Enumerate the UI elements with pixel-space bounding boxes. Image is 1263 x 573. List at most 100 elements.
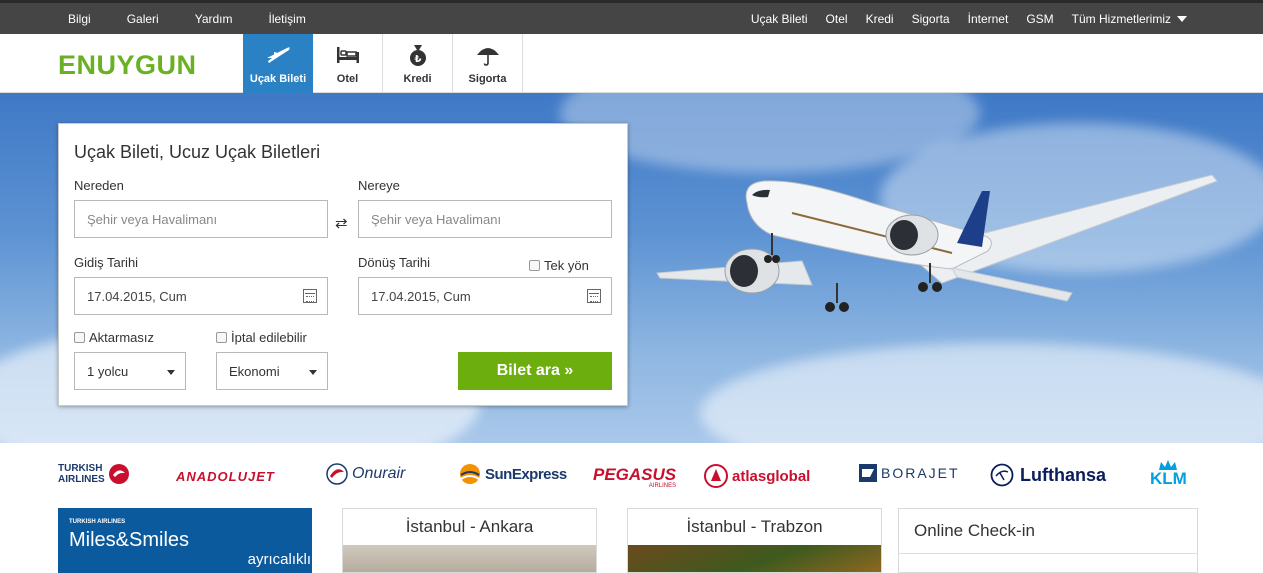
sunexpress-icon <box>460 464 480 484</box>
airline-logo-borajet[interactable]: BORAJET <box>858 463 960 483</box>
divider <box>899 553 1197 554</box>
link-kredi[interactable]: Kredi <box>866 12 894 26</box>
chevron-down-icon <box>167 370 175 375</box>
cabin-select[interactable]: Ekonomi <box>216 352 328 390</box>
all-services-menu[interactable]: Tüm Hizmetlerimiz <box>1072 12 1187 26</box>
passenger-select[interactable]: 1 yolcu <box>74 352 186 390</box>
return-date-input[interactable]: 17.04.2015, Cum <box>358 277 612 315</box>
from-input[interactable]: Şehir veya Havalimanı <box>74 200 328 238</box>
airplane-image <box>656 174 1218 312</box>
cloud <box>700 343 1263 443</box>
search-title: Uçak Bileti, Ucuz Uçak Biletleri <box>74 142 321 162</box>
search-button[interactable]: Bilet ara » <box>458 352 612 390</box>
online-checkin-box: Online Check-in <box>898 508 1198 573</box>
route-image <box>628 545 881 572</box>
tab-label: Sigorta <box>468 73 507 85</box>
route-title: İstanbul - Trabzon <box>686 517 823 536</box>
checkbox-box[interactable] <box>74 332 85 343</box>
route-card-istanbul-trabzon[interactable]: İstanbul - Trabzon <box>627 508 882 573</box>
airline-logo-sunexpress[interactable]: SunExpress <box>458 463 567 485</box>
airline-logo-klm[interactable]: KLM <box>1150 459 1187 487</box>
thy-bird-icon <box>108 464 129 484</box>
from-label: Nereden <box>74 178 124 193</box>
airline-line1: TURKISH <box>58 463 103 474</box>
top-left-links: Bilgi Galeri Yardım İletişim <box>68 12 342 26</box>
return-label: Dönüş Tarihi <box>358 255 431 270</box>
chevron-down-icon <box>1177 16 1187 22</box>
link-sigorta[interactable]: Sigorta <box>912 12 950 26</box>
lufthansa-crane-icon <box>990 463 1014 487</box>
chevron-down-icon <box>309 370 317 375</box>
tab-sigorta[interactable]: Sigorta <box>453 34 523 93</box>
top-utility-bar: Bilgi Galeri Yardım İletişim Uçak Bileti… <box>0 0 1263 34</box>
tab-label: Otel <box>336 73 359 85</box>
checkbox-box[interactable] <box>529 260 540 271</box>
airline-name: Onurair <box>352 465 406 482</box>
miles-smiles-banner[interactable]: TURKISH AIRLINES Miles&Smiles ayrıcalıkl… <box>58 508 312 573</box>
calendar-icon[interactable] <box>587 289 601 303</box>
airline-name: TURKISH AIRLINES <box>58 463 105 485</box>
link-yardim[interactable]: Yardım <box>195 12 233 26</box>
umbrella-icon <box>476 48 499 66</box>
miles-small-label: TURKISH AIRLINES <box>69 519 126 525</box>
miles-title: Miles&Smiles <box>69 529 190 551</box>
plane-icon <box>267 47 290 63</box>
link-otel[interactable]: Otel <box>826 12 848 26</box>
airline-logo-thy[interactable]: TURKISH AIRLINES <box>58 463 131 485</box>
depart-label: Gidiş Tarihi <box>74 255 139 270</box>
link-gsm[interactable]: GSM <box>1026 12 1053 26</box>
airline-logo-anadolujet[interactable]: ANADOLUJET <box>176 469 275 484</box>
all-services-label: Tüm Hizmetlerimiz <box>1071 12 1171 26</box>
depart-date-value: 17.04.2015, Cum <box>87 288 187 304</box>
passenger-value: 1 yolcu <box>87 363 129 379</box>
swap-icon[interactable]: ⇄ <box>335 214 348 232</box>
depart-date-input[interactable]: 17.04.2015, Cum <box>74 277 328 315</box>
product-tabs: Uçak Bileti Otel ₺ Kredi Sigorta <box>243 34 523 93</box>
checkbox-box[interactable] <box>216 332 227 343</box>
refundable-label: İptal edilebilir <box>231 330 307 345</box>
bed-icon <box>336 47 359 63</box>
calendar-icon[interactable] <box>303 289 317 303</box>
onurair-icon <box>326 463 348 485</box>
flight-search-form: Uçak Bileti, Ucuz Uçak Biletleri Nereden… <box>58 123 628 406</box>
checkin-title: Online Check-in <box>914 521 1035 540</box>
link-bilgi[interactable]: Bilgi <box>68 12 91 26</box>
to-label: Nereye <box>358 178 400 193</box>
link-galeri[interactable]: Galeri <box>127 12 159 26</box>
link-ucak-bileti[interactable]: Uçak Bileti <box>751 12 808 26</box>
route-title: İstanbul - Ankara <box>405 517 534 536</box>
airline-name: Lufthansa <box>1020 464 1107 485</box>
refundable-checkbox[interactable]: İptal edilebilir <box>216 330 307 345</box>
atlasglobal-icon <box>704 464 728 488</box>
airline-name: atlasglobal <box>732 467 811 485</box>
airline-name: BORAJET <box>881 465 960 481</box>
to-input[interactable]: Şehir veya Havalimanı <box>358 200 612 238</box>
tab-label: Kredi <box>403 73 432 85</box>
one-way-label: Tek yön <box>544 258 589 273</box>
money-bag-icon: ₺ <box>409 45 426 66</box>
route-card-istanbul-ankara[interactable]: İstanbul - Ankara <box>342 508 597 573</box>
link-internet[interactable]: İnternet <box>968 12 1009 26</box>
route-image <box>343 545 596 572</box>
airline-logo-onurair[interactable]: Onurair <box>326 463 405 485</box>
return-date-value: 17.04.2015, Cum <box>371 288 471 304</box>
airline-name: SunExpress <box>485 465 567 483</box>
site-header: ENUYGUN Uçak Bileti Otel ₺ Kredi Sigorta <box>0 34 1263 93</box>
borajet-icon <box>859 464 877 482</box>
airline-logo-atlasglobal[interactable]: atlasglobal <box>703 463 810 489</box>
airline-sub: AIRLINES <box>648 483 677 489</box>
airline-logo-lufthansa[interactable]: Lufthansa <box>990 463 1106 487</box>
cabin-value: Ekonomi <box>229 363 280 379</box>
one-way-checkbox[interactable]: Tek yön <box>529 258 589 273</box>
airline-name: PEGASUS <box>593 465 677 484</box>
link-iletisim[interactable]: İletişim <box>269 12 306 26</box>
tab-otel[interactable]: Otel <box>313 34 383 93</box>
airline-logo-pegasus[interactable]: PEGASUS AIRLINES <box>593 465 677 489</box>
nonstop-checkbox[interactable]: Aktarmasız <box>74 330 154 345</box>
logo[interactable]: ENUYGUN <box>58 50 197 81</box>
svg-text:₺: ₺ <box>414 54 421 65</box>
tab-label: Uçak Bileti <box>249 73 307 85</box>
airline-logos: TURKISH AIRLINES ANADOLUJET Onurair SunE… <box>0 455 1263 495</box>
tab-ucak-bileti[interactable]: Uçak Bileti <box>243 34 313 93</box>
tab-kredi[interactable]: ₺ Kredi <box>383 34 453 93</box>
